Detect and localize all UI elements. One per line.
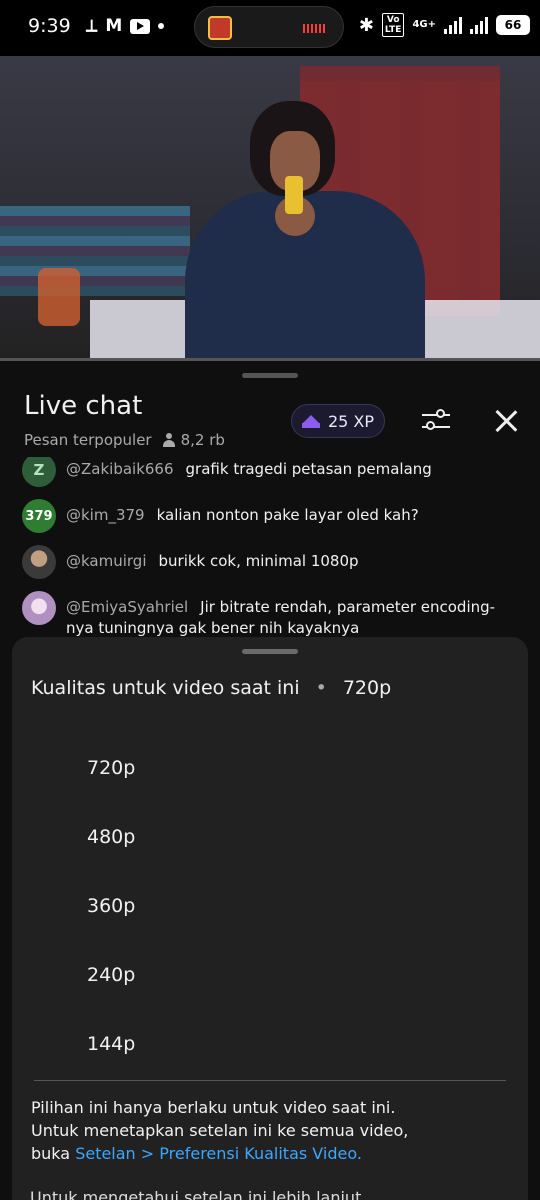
speaker: [185, 96, 425, 360]
xp-badge[interactable]: 25 XP: [291, 404, 385, 438]
link-icon: ⟂: [86, 16, 98, 36]
message-author[interactable]: @kamuirgi: [66, 552, 147, 570]
avatar[interactable]: 379: [22, 499, 56, 533]
battery-icon: 66: [496, 15, 530, 35]
video-player[interactable]: [0, 56, 540, 360]
gmail-icon: M: [105, 16, 123, 36]
quality-option-240p[interactable]: 240p: [87, 964, 135, 986]
chat-subtitle: Pesan terpopuler 8,2 rb: [24, 431, 225, 449]
network-type: 4G+: [412, 19, 436, 30]
avatar[interactable]: [22, 591, 56, 625]
quality-note: Pilihan ini hanya berlaku untuk video sa…: [31, 1096, 501, 1165]
signal-icon: [444, 16, 462, 34]
crown-icon: [301, 414, 320, 428]
bluetooth-icon: ✱: [358, 14, 374, 36]
filter-settings-button[interactable]: [420, 405, 452, 437]
message-author[interactable]: @EmiyaSyahriel: [66, 598, 188, 616]
quality-option-360p[interactable]: 360p: [87, 895, 135, 917]
stage-screen: [0, 206, 190, 296]
message-text: kalian nonton pake layar oled kah?: [156, 506, 419, 524]
avatar[interactable]: Z: [22, 457, 56, 487]
status-bar: 9:39 ⟂ M ✱ Vo LTE 4G+ 66: [0, 0, 540, 56]
chat-filter-label[interactable]: Pesan terpopuler: [24, 431, 152, 449]
quality-option-480p[interactable]: 480p: [87, 826, 135, 848]
message-text: grafik tragedi petasan pemalang: [185, 460, 432, 478]
sheet-title-text: Kualitas untuk video saat ini: [31, 677, 300, 699]
xp-value: 25 XP: [327, 411, 375, 431]
event-logo: [38, 268, 80, 326]
slider-icon: [436, 409, 445, 418]
viewer-count: 8,2 rb: [162, 431, 225, 449]
chat-message[interactable]: 379 @kim_379 kalian nonton pake layar ole…: [22, 499, 496, 533]
quality-option-720p[interactable]: 720p: [87, 757, 135, 779]
close-button[interactable]: [490, 405, 522, 437]
drag-handle[interactable]: [242, 373, 298, 378]
chat-message[interactable]: Z @Zakibaik666 grafik tragedi petasan pem…: [22, 457, 496, 487]
note-line-2: Untuk menetapkan setelan ini ke semua vi…: [31, 1121, 409, 1140]
signal-icon-2: [470, 16, 488, 34]
obscured-text: Untuk mengetahui setelan ini lebih lanju…: [30, 1188, 362, 1200]
youtube-icon: [130, 18, 151, 34]
quality-option-144p[interactable]: 144p: [87, 1033, 135, 1055]
settings-link[interactable]: Setelan > Preferensi Kualitas Video.: [75, 1144, 362, 1163]
sheet-drag-handle[interactable]: [242, 649, 298, 654]
notification-icons: ⟂ M: [86, 15, 165, 37]
chat-title: Live chat: [24, 391, 143, 421]
dot-icon: [158, 23, 165, 29]
audio-wave-icon: [303, 24, 325, 33]
chat-message[interactable]: @EmiyaSyahriel Jir bitrate rendah, parame…: [22, 591, 496, 637]
avatar[interactable]: [22, 545, 56, 579]
note-line-1: Pilihan ini hanya berlaku untuk video sa…: [31, 1098, 396, 1117]
message-author[interactable]: @kim_379: [66, 506, 145, 524]
title-separator: •: [315, 677, 327, 699]
quality-bottom-sheet: Kualitas untuk video saat ini • 720p 720p …: [12, 637, 528, 1200]
system-icons: ✱ Vo LTE 4G+ 66: [359, 13, 530, 37]
dynamic-island[interactable]: [194, 6, 344, 48]
message-author[interactable]: @Zakibaik666: [66, 460, 174, 478]
person-icon: [162, 433, 176, 447]
viewer-count-value: 8,2 rb: [180, 431, 225, 449]
chat-message[interactable]: @kamuirgi burikk cok, minimal 1080p: [22, 545, 496, 579]
current-quality: 720p: [342, 677, 392, 699]
chat-messages: Z @Zakibaik666 grafik tragedi petasan pem…: [0, 457, 540, 637]
volte-icon: Vo LTE: [381, 13, 405, 37]
message-text: burikk cok, minimal 1080p: [158, 552, 359, 570]
app-icon: [208, 16, 232, 40]
divider: [34, 1080, 506, 1081]
note-prefix: buka: [31, 1144, 71, 1163]
sheet-title: Kualitas untuk video saat ini • 720p: [31, 677, 391, 699]
status-time: 9:39: [28, 15, 71, 37]
